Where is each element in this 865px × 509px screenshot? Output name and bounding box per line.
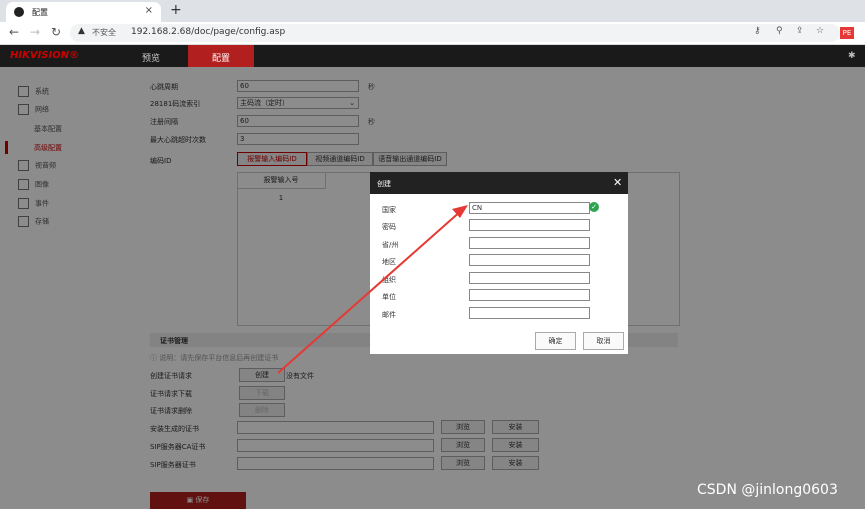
- annotation-arrow: [277, 205, 468, 374]
- watermark: CSDN @jinlong0603: [697, 482, 838, 498]
